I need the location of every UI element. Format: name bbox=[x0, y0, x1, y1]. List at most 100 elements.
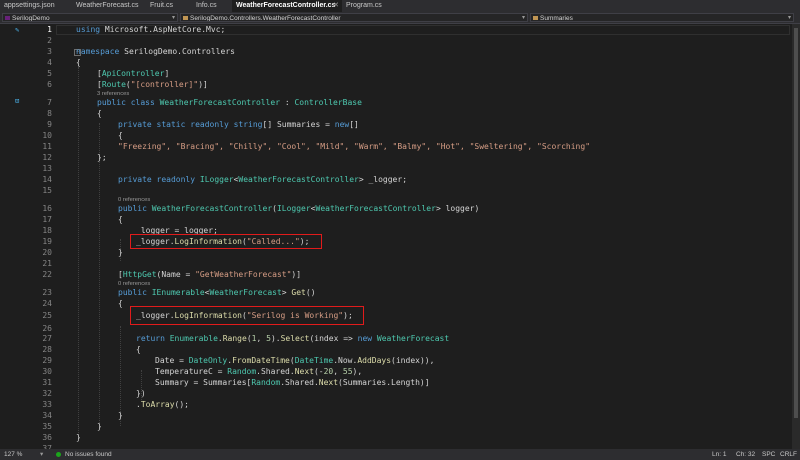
codelens-references[interactable]: 0 references bbox=[118, 197, 150, 204]
code-line-15: 15 bbox=[0, 186, 790, 197]
issues-status[interactable]: No issues found bbox=[65, 449, 112, 460]
code-line-27: 27 return Enumerable.Range(1, 5).Select(i… bbox=[0, 334, 790, 345]
code-text: .ToArray(); bbox=[136, 400, 189, 409]
code-text: { bbox=[118, 131, 123, 140]
code-text: public IEnumerable<WeatherForecast> Get(… bbox=[118, 288, 316, 297]
code-line-20: 20} bbox=[0, 248, 790, 259]
column-indicator[interactable]: Ch: 32 bbox=[736, 449, 755, 460]
tab-label: Program.cs bbox=[346, 2, 382, 9]
code-text: public class WeatherForecastController :… bbox=[97, 98, 362, 107]
line-number: 10 bbox=[42, 131, 52, 140]
code-text: { bbox=[118, 299, 123, 308]
line-indicator[interactable]: Ln: 1 bbox=[712, 449, 726, 460]
code-line-4: 4{ bbox=[0, 58, 790, 69]
line-number: 1 bbox=[47, 25, 52, 34]
code-line-3: 3 namespace SerilogDemo.Controllers bbox=[0, 47, 790, 58]
tab-label: WeatherForecastController.cs bbox=[236, 2, 336, 9]
code-text: { bbox=[76, 58, 81, 67]
whitespace-mode[interactable]: SPC bbox=[762, 449, 775, 460]
code-line-31: 31 Summary = Summaries[Random.Shared.Next… bbox=[0, 378, 790, 389]
code-line-19: 19 _logger.LogInformation("Called..."); bbox=[0, 237, 790, 248]
code-line-10: 10 { bbox=[0, 131, 790, 142]
line-number: 5 bbox=[47, 69, 52, 78]
line-number: 30 bbox=[42, 367, 52, 376]
code-line-22: 22 [HttpGet(Name = "GetWeatherForecast")] bbox=[0, 270, 790, 281]
field-icon bbox=[533, 16, 538, 20]
code-line-30: 30 TemperatureC = Random.Shared.Next(-20,… bbox=[0, 367, 790, 378]
code-line-11: 11 "Freezing", "Bracing", "Chilly", "Cool… bbox=[0, 142, 790, 153]
tab-appsettings[interactable]: appsettings.json bbox=[0, 0, 72, 12]
code-text: }) bbox=[136, 389, 146, 398]
code-line-16: 16 public WeatherForecastController(ILogg… bbox=[0, 204, 790, 215]
zoom-level[interactable]: 127 % bbox=[4, 449, 22, 460]
code-text: } bbox=[97, 422, 102, 431]
line-number: 32 bbox=[42, 389, 52, 398]
vertical-scrollbar[interactable] bbox=[792, 24, 800, 449]
chevron-down-icon: ▾ bbox=[171, 15, 175, 21]
line-number: 21 bbox=[42, 259, 52, 268]
class-dropdown[interactable]: SerilogDemo.Controllers.WeatherForecastC… bbox=[180, 13, 528, 22]
code-text: [ApiController] bbox=[97, 69, 170, 78]
line-number: 28 bbox=[42, 345, 52, 354]
code-text: public WeatherForecastController(ILogger… bbox=[118, 204, 480, 213]
code-line-6: 6 [Route("[controller]")] bbox=[0, 80, 790, 91]
tab-weatherforecast[interactable]: WeatherForecast.cs bbox=[72, 0, 146, 12]
code-text: "Freezing", "Bracing", "Chilly", "Cool",… bbox=[118, 142, 591, 151]
chevron-down-icon[interactable]: ▾ bbox=[40, 449, 43, 460]
tab-info[interactable]: Info.cs bbox=[192, 0, 232, 12]
project-label: SerilogDemo bbox=[12, 15, 50, 22]
code-text: private readonly ILogger<WeatherForecast… bbox=[118, 175, 408, 184]
code-text: return Enumerable.Range(1, 5).Select(ind… bbox=[136, 334, 450, 343]
line-number: 9 bbox=[47, 120, 52, 129]
tab-weatherforecastcontroller[interactable]: WeatherForecastController.cs ✕ bbox=[232, 0, 342, 12]
csharp-project-icon bbox=[5, 16, 10, 20]
line-number: 8 bbox=[47, 109, 52, 118]
code-line-7: 7 public class WeatherForecastController … bbox=[0, 98, 790, 109]
tab-label: Fruit.cs bbox=[150, 2, 173, 9]
line-number: 29 bbox=[42, 356, 52, 365]
line-ending[interactable]: CRLF bbox=[780, 449, 797, 460]
tab-fruit[interactable]: Fruit.cs bbox=[146, 0, 192, 12]
codelens-references[interactable]: 0 references bbox=[118, 281, 150, 288]
code-line-36: 36} bbox=[0, 433, 790, 444]
codelens-references[interactable]: 3 references bbox=[97, 91, 129, 98]
code-text: TemperatureC = Random.Shared.Next(-20, 5… bbox=[155, 367, 363, 376]
line-number: 24 bbox=[42, 299, 52, 308]
code-text: private static readonly string[] Summari… bbox=[118, 120, 359, 129]
code-editor[interactable]: ✎ ⊡ − 1 using Microsoft.AspNetCore.Mvc; 2… bbox=[0, 24, 800, 449]
scrollbar-thumb[interactable] bbox=[794, 28, 798, 418]
navigation-bar: SerilogDemo ▾ SerilogDemo.Controllers.Wea… bbox=[0, 12, 800, 24]
line-number: 17 bbox=[42, 215, 52, 224]
line-number: 34 bbox=[42, 411, 52, 420]
code-line-9: 9 private static readonly string[] Summar… bbox=[0, 120, 790, 131]
check-circle-icon bbox=[56, 452, 61, 457]
code-text: Summary = Summaries[Random.Shared.Next(S… bbox=[155, 378, 430, 387]
code-line-8: 8{ bbox=[0, 109, 790, 120]
tab-label: Info.cs bbox=[196, 2, 217, 9]
code-text: namespace SerilogDemo.Controllers bbox=[76, 47, 235, 56]
code-line-1: 1 using Microsoft.AspNetCore.Mvc; bbox=[0, 25, 790, 36]
tab-label: WeatherForecast.cs bbox=[76, 2, 139, 9]
code-text: } bbox=[118, 411, 123, 420]
code-line-5: 5 [ApiController] bbox=[0, 69, 790, 80]
project-dropdown[interactable]: SerilogDemo ▾ bbox=[2, 13, 178, 22]
tab-program[interactable]: Program.cs bbox=[342, 0, 394, 12]
code-line-12: 12}; bbox=[0, 153, 790, 164]
member-label: Summaries bbox=[540, 15, 573, 22]
code-text: Date = DateOnly.FromDateTime(DateTime.No… bbox=[155, 356, 435, 365]
highlight-box bbox=[130, 306, 364, 325]
editor-status-bar: 127 % ▾ No issues found Ln: 1 Ch: 32 SPC… bbox=[0, 449, 800, 460]
code-line-34: 34} bbox=[0, 411, 790, 422]
code-text: { bbox=[118, 215, 123, 224]
line-number: 33 bbox=[42, 400, 52, 409]
code-line-24: 24 { bbox=[0, 299, 790, 310]
code-text: [Route("[controller]")] bbox=[97, 80, 208, 89]
code-line-33: 33 .ToArray(); bbox=[0, 400, 790, 411]
close-icon[interactable]: ✕ bbox=[333, 0, 339, 12]
code-line-2: 2 bbox=[0, 36, 790, 47]
line-number: 4 bbox=[47, 58, 52, 67]
line-number: 35 bbox=[42, 422, 52, 431]
member-dropdown[interactable]: Summaries ▾ bbox=[530, 13, 794, 22]
code-line-14: 14 private readonly ILogger<WeatherForeca… bbox=[0, 175, 790, 186]
line-number: 7 bbox=[47, 98, 52, 107]
